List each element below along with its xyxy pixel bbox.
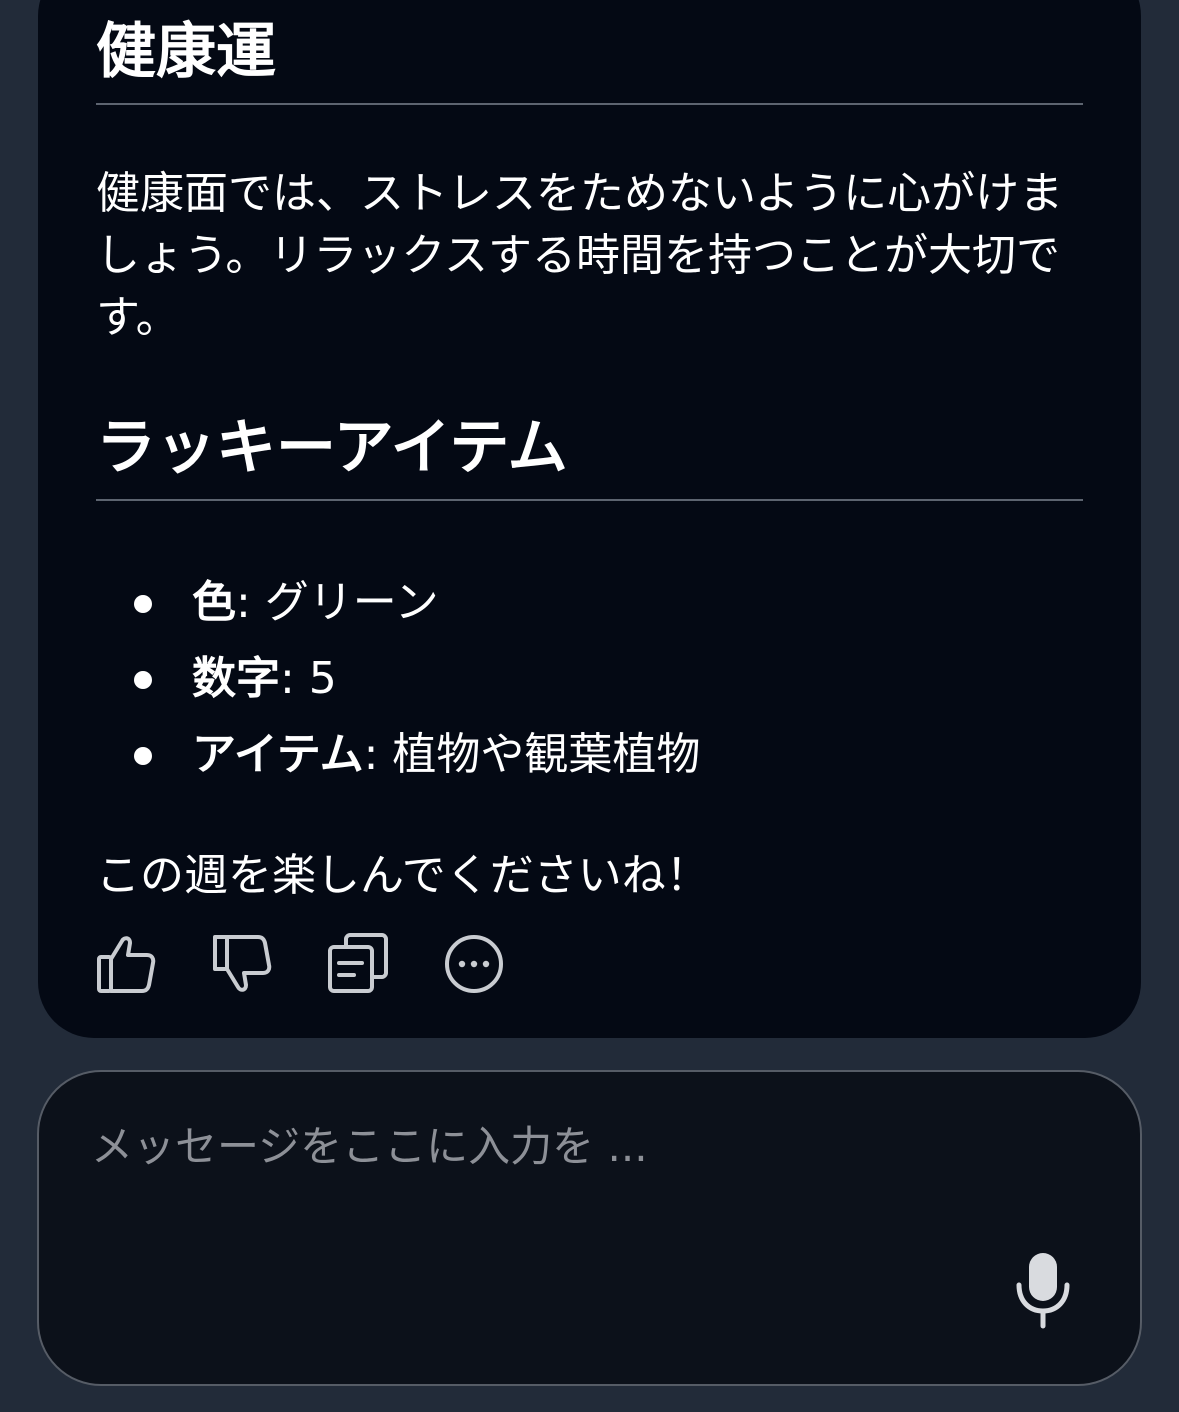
- copy-icon: [328, 933, 388, 993]
- message-actions: [96, 932, 504, 1002]
- more-options-icon: [445, 935, 503, 993]
- lucky-item-key: 色: [192, 577, 236, 628]
- lucky-item-value: : 5: [280, 653, 337, 704]
- copy-button[interactable]: [328, 932, 388, 996]
- more-options-button[interactable]: [444, 932, 504, 996]
- lucky-items-heading-divider: [96, 499, 1083, 501]
- lucky-item-value: : グリーン: [236, 577, 439, 628]
- microphone-icon: [1016, 1253, 1070, 1329]
- message-composer: [37, 1070, 1142, 1386]
- thumbs-up-icon: [97, 936, 156, 993]
- thumbs-up-button[interactable]: [96, 932, 156, 996]
- lucky-item-value: : 植物や観葉植物: [363, 729, 701, 780]
- health-paragraph: 健康面では、ストレスをためないように心がけましょう。リラックスする時間を持つこと…: [96, 168, 1064, 343]
- message-input[interactable]: [91, 1116, 991, 1176]
- bullet-icon: [134, 671, 152, 689]
- assistant-message-card: 健康運 健康面では、ストレスをためないように心がけましょう。リラックスする時間を…: [38, 0, 1141, 1038]
- health-heading-divider: [96, 103, 1083, 105]
- bullet-icon: [134, 747, 152, 765]
- thumbs-down-button[interactable]: [212, 932, 272, 996]
- lucky-item-key: アイテム: [192, 729, 364, 780]
- microphone-button[interactable]: [1007, 1248, 1079, 1332]
- closing-paragraph: この週を楽しんでくださいね！: [96, 850, 710, 901]
- list-item-color: 色: グリーン: [96, 565, 996, 641]
- health-heading: 健康運: [96, 17, 276, 87]
- list-item-item: アイテム: 植物や観葉植物: [96, 717, 996, 793]
- lucky-items-heading: ラッキーアイテム: [96, 413, 568, 483]
- list-item-number: 数字: 5: [96, 641, 996, 717]
- lucky-item-key: 数字: [192, 653, 280, 704]
- bullet-icon: [134, 595, 152, 613]
- thumbs-down-icon: [213, 935, 272, 992]
- lucky-items-list: 色: グリーン 数字: 5 アイテム: 植物や観葉植物: [96, 565, 996, 793]
